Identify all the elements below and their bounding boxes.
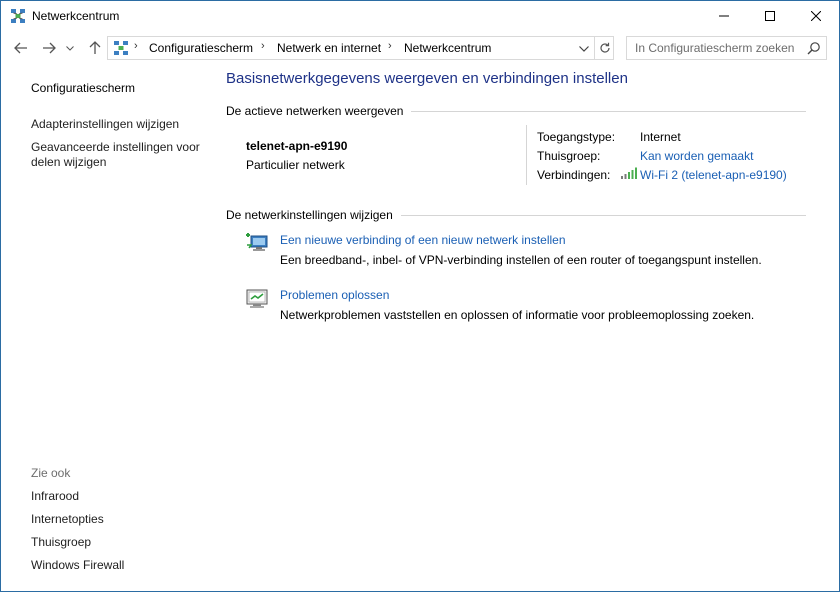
connections-label: Verbindingen:: [537, 168, 611, 182]
troubleshoot-description: Netwerkproblemen vaststellen en oplossen…: [280, 308, 755, 322]
forward-button[interactable]: [38, 37, 60, 59]
arrow-right-icon: [43, 42, 56, 54]
refresh-button[interactable]: [594, 37, 614, 59]
network-name: telenet-apn-e9190: [246, 139, 348, 153]
recent-locations-button[interactable]: [63, 37, 77, 59]
search-box[interactable]: [626, 36, 827, 60]
arrow-up-icon: [89, 41, 101, 54]
arrow-left-icon: [14, 42, 27, 54]
see-also-link-windows-firewall[interactable]: Windows Firewall: [31, 558, 124, 573]
see-also-heading: Zie ook: [31, 466, 71, 480]
control-panel-icon: [114, 41, 128, 55]
breadcrumb-control-panel[interactable]: Configuratiescherm: [149, 41, 253, 55]
main-content: Basisnetwerkgegevens weergeven en verbin…: [225, 65, 825, 591]
homegroup-label: Thuisgroep:: [537, 149, 601, 163]
sidebar-link-advanced-sharing-line2[interactable]: delen wijzigen: [31, 155, 106, 170]
search-icon[interactable]: [807, 41, 821, 55]
connection-wifi-link[interactable]: Wi-Fi 2 (telenet-apn-e9190): [640, 168, 787, 182]
back-button[interactable]: [10, 37, 32, 59]
breadcrumb-separator[interactable]: ›: [388, 40, 392, 52]
chevron-down-icon: [66, 45, 74, 51]
sidebar-link-control-panel-home[interactable]: Configuratiescherm: [31, 81, 135, 96]
maximize-button[interactable]: [747, 1, 793, 31]
sidebar-link-adapter-settings[interactable]: Adapterinstellingen wijzigen: [31, 117, 179, 132]
breadcrumb-separator[interactable]: ›: [134, 40, 138, 52]
page-title: Basisnetwerkgegevens weergeven en verbin…: [226, 70, 628, 87]
access-type-value: Internet: [640, 130, 681, 144]
up-button[interactable]: [84, 37, 106, 59]
close-button[interactable]: [793, 1, 839, 31]
access-type-label: Toegangstype:: [537, 130, 616, 144]
troubleshoot-icon: [246, 289, 268, 308]
address-dropdown-button[interactable]: [576, 41, 592, 57]
sidebar-link-advanced-sharing[interactable]: Geavanceerde instellingen voor: [31, 140, 200, 155]
minimize-button[interactable]: [701, 1, 747, 31]
homegroup-link[interactable]: Kan worden gemaakt: [640, 149, 753, 163]
setup-new-connection-link[interactable]: Een nieuwe verbinding of een nieuw netwe…: [280, 233, 566, 247]
troubleshoot-link[interactable]: Problemen oplossen: [280, 288, 389, 302]
change-settings-heading: De netwerkinstellingen wijzigen: [226, 208, 401, 222]
minimize-icon: [719, 15, 729, 17]
breadcrumb-network-internet[interactable]: Netwerk en internet: [277, 41, 381, 55]
close-icon: [811, 11, 821, 21]
network-center-icon: [11, 9, 25, 23]
network-category: Particulier netwerk: [246, 158, 345, 172]
setup-new-connection-description: Een breedband-, inbel- of VPN-verbinding…: [280, 253, 762, 267]
navigation-bar: › Configuratiescherm › Netwerk en intern…: [1, 31, 839, 65]
see-also-link-infrared[interactable]: Infrarood: [31, 489, 79, 504]
network-center-window: Netwerkcentrum › Configuratiescherm › Ne…: [0, 0, 840, 592]
network-details-divider: [526, 125, 527, 185]
title-bar[interactable]: Netwerkcentrum: [1, 1, 839, 31]
breadcrumb-network-center[interactable]: Netwerkcentrum: [404, 41, 491, 55]
search-input[interactable]: [627, 37, 803, 59]
window-title: Netwerkcentrum: [32, 9, 120, 23]
maximize-icon: [765, 11, 775, 21]
active-networks-heading: De actieve netwerken weergeven: [226, 104, 412, 118]
new-connection-icon: [246, 233, 268, 251]
wifi-signal-icon: [621, 167, 637, 179]
refresh-icon: [599, 42, 610, 53]
see-also-link-internet-options[interactable]: Internetopties: [31, 512, 104, 527]
address-bar[interactable]: › Configuratiescherm › Netwerk en intern…: [107, 36, 614, 60]
see-also-link-homegroup[interactable]: Thuisgroep: [31, 535, 91, 550]
breadcrumb-separator[interactable]: ›: [261, 40, 265, 52]
chevron-down-icon: [579, 46, 589, 52]
left-navigation-pane: Configuratiescherm Adapterinstellingen w…: [1, 65, 219, 591]
